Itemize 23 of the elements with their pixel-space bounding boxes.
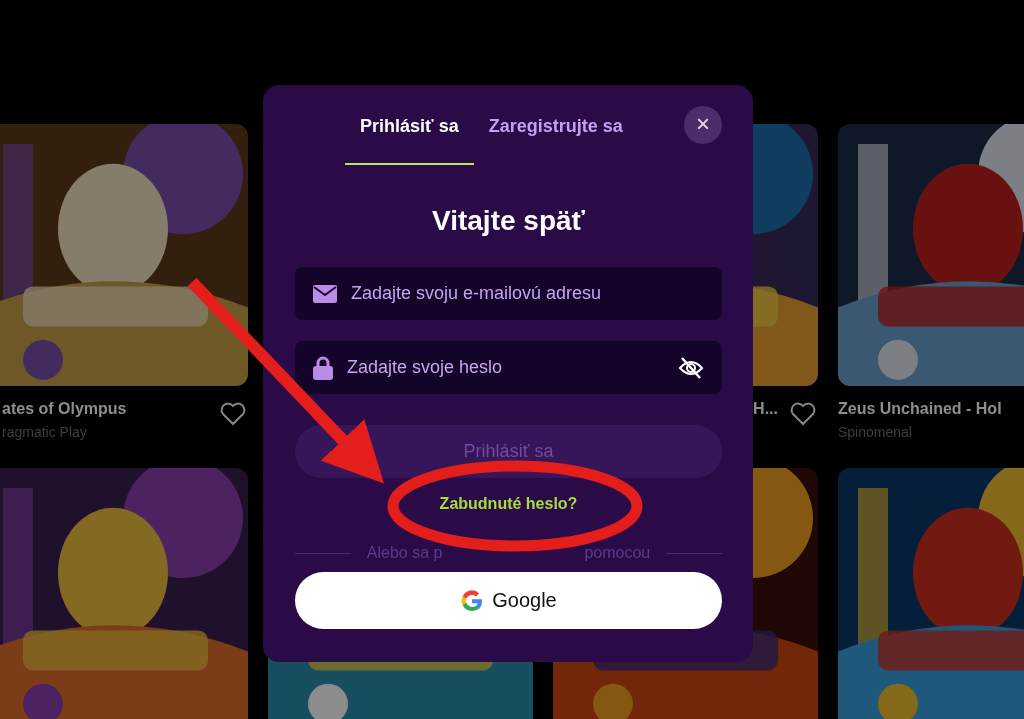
password-input[interactable]: Zadajte svoje heslo: [347, 341, 664, 394]
heart-icon[interactable]: [790, 402, 816, 426]
lock-icon: [313, 355, 333, 380]
dialog-heading: Vitajte späť: [431, 205, 586, 237]
email-field[interactable]: Zadajte svoju e-mailovú adresu: [295, 267, 722, 320]
eye-off-icon[interactable]: [678, 355, 704, 380]
envelope-icon: [313, 284, 337, 303]
divider-text: pomocou: [584, 544, 651, 562]
heart-icon[interactable]: [220, 402, 246, 426]
google-logo-icon: [460, 588, 485, 613]
divider-text: Alebo sa p: [366, 544, 443, 562]
game-provider: Spinomenal: [838, 424, 913, 440]
tab[interactable]: Prihlásiť sa: [345, 85, 474, 165]
game-title: Zeus Unchained - Hol: [838, 400, 1003, 418]
tab[interactable]: Zaregistrujte sa: [473, 85, 638, 165]
game-provider: ragmatic Play: [2, 424, 88, 440]
game-title: ates of Olympus: [2, 400, 128, 418]
forgot-password-link[interactable]: Zabudnuté heslo?: [439, 495, 578, 513]
password-field[interactable]: Zadajte svoje heslo: [295, 341, 722, 394]
google-button[interactable]: Google: [295, 572, 722, 629]
close-button[interactable]: ×: [684, 106, 722, 144]
email-input[interactable]: Zadajte svoju e-mailovú adresu: [351, 267, 704, 320]
game-title: H...: [753, 400, 778, 418]
